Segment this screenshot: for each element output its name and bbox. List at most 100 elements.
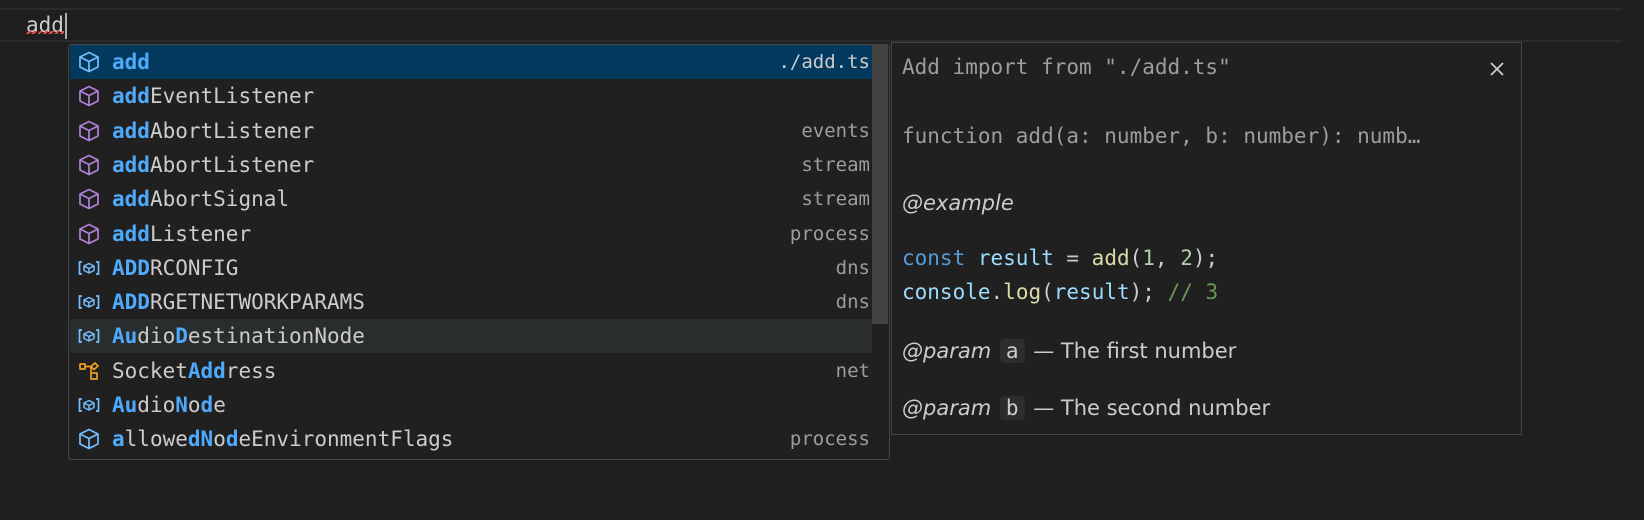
label-suffix: dio (137, 393, 176, 417)
suggest-item-detail: net (835, 359, 870, 382)
label-match: Add (187, 358, 226, 383)
suggest-item[interactable]: AudioNode (70, 388, 872, 422)
label-match: D (175, 324, 188, 349)
suggest-item-label: allowedNodeEnvironmentFlags (112, 427, 453, 451)
label-suffix: RCONFIG (149, 255, 239, 280)
suggest-item-label: addAbortListener (112, 119, 314, 143)
suggest-scrollbar-thumb[interactable] (872, 45, 888, 324)
suggest-item[interactable]: addEventListener (70, 79, 872, 113)
suggest-item-detail: stream (801, 153, 870, 176)
suggest-item-label: AudioDestinationNode (112, 324, 365, 348)
code-operator: = (1053, 246, 1092, 270)
text-cursor (64, 13, 67, 39)
code-punct: ); (1192, 246, 1219, 270)
label-match: d (187, 427, 201, 452)
suggest-item[interactable]: ADDRCONFIG dns (70, 251, 872, 285)
suggest-item-label: ADDRCONFIG (112, 256, 238, 280)
label-match: N (200, 427, 214, 452)
label-match: a (112, 427, 125, 452)
label-suffix: RGETNETWORKPARAMS (149, 290, 365, 315)
label-suffix: eEnvironmentFlags (238, 427, 454, 452)
suggest-item[interactable]: SocketAddress net (70, 354, 872, 388)
suggest-item-detail: process (789, 222, 870, 245)
label-match: Au (112, 393, 138, 417)
method-icon (76, 118, 102, 144)
method-icon (76, 186, 102, 212)
suggest-item-detail: process (789, 428, 870, 451)
code-number: 1 (1142, 246, 1155, 270)
close-icon[interactable] (1483, 55, 1511, 83)
label-match: add (112, 152, 150, 177)
label-match: add (112, 118, 150, 143)
suggest-item[interactable]: allowedNodeEnvironmentFlags process (70, 422, 872, 456)
suggest-item-label: addAbortSignal (112, 187, 289, 211)
label-match: Au (112, 324, 138, 349)
suggest-item[interactable]: addAbortListener stream (70, 148, 872, 182)
code-comment: // 3 (1167, 280, 1219, 304)
suggest-item-label: SocketAddress (112, 359, 276, 383)
editor-code-line[interactable]: add (26, 8, 67, 42)
method-icon (76, 221, 102, 247)
label-match: add (112, 84, 150, 109)
label-match: N (175, 393, 188, 417)
suggest-item[interactable]: AudioDestinationNode (70, 319, 872, 354)
suggest-item-label: addListener (112, 222, 251, 246)
code-punct: , (1154, 246, 1181, 270)
label-suffix: llowe (124, 427, 188, 452)
label-suffix: Listener (149, 221, 252, 246)
label-match: ADD (112, 290, 150, 315)
label-prefix: Socket (112, 358, 188, 383)
label-match: add (112, 187, 150, 212)
suggest-item-detail: dns (835, 291, 870, 314)
code-keyword: const (902, 246, 966, 270)
module-icon (76, 49, 102, 75)
suggest-item-label: ADDRGETNETWORKPARAMS (112, 290, 365, 314)
variable-icon (76, 289, 102, 315)
param-b-description: — The second number (1033, 396, 1271, 420)
suggest-item[interactable]: add ./add.ts (70, 45, 872, 79)
method-icon (76, 152, 102, 178)
typed-text[interactable]: add (26, 13, 64, 37)
module-icon (76, 426, 102, 452)
variable-icon (76, 323, 102, 349)
label-suffix: e (213, 393, 226, 417)
label-suffix: o (213, 427, 226, 452)
class-icon (76, 358, 102, 384)
label-match: d (200, 393, 214, 417)
suggest-item[interactable]: addAbortListener events (70, 114, 872, 148)
method-icon (76, 83, 102, 109)
details-title: Add import from "./add.ts" (902, 55, 1231, 79)
example-tag: @example (902, 191, 1014, 215)
label-suffix: AbortListener (149, 118, 315, 143)
suggest-item-label: addAbortListener (112, 153, 314, 177)
code-variable: console (902, 280, 991, 304)
code-variable: result (1053, 280, 1130, 304)
suggest-item[interactable]: addListener process (70, 217, 872, 251)
label-match: ADD (112, 255, 150, 280)
code-punct: . (990, 280, 1004, 304)
variable-icon (76, 255, 102, 281)
label-suffix: AbortSignal (149, 187, 290, 212)
code-function: add (1091, 246, 1130, 270)
code-function: log (1003, 280, 1042, 304)
editor-line-top (0, 8, 1622, 10)
example-code-line-2: console.log(result); // 3 (902, 280, 1218, 304)
example-tag-line: @example (902, 191, 1014, 215)
code-variable: result (977, 246, 1054, 270)
suggest-item[interactable]: addAbortSignal stream (70, 182, 872, 216)
label-suffix: dio (137, 324, 176, 349)
code-punct: ( (1129, 246, 1143, 270)
suggest-item[interactable]: ADDRGETNETWORKPARAMS dns (70, 285, 872, 319)
example-code-line-1: const result = add(1, 2); (902, 246, 1218, 270)
label-match: d (225, 427, 239, 452)
label-match: add (112, 50, 150, 74)
label-suffix: estinationNode (187, 324, 365, 349)
label-match: add (112, 221, 150, 246)
suggest-details-pane: Add import from "./add.ts" function add(… (891, 42, 1522, 435)
code-number: 2 (1180, 246, 1193, 270)
code-punct: ( (1041, 280, 1054, 304)
suggest-widget[interactable]: add ./add.ts addEventListener addAbortListe… (68, 44, 890, 460)
label-suffix: AbortListener (149, 152, 315, 177)
param-tag: @param (902, 339, 992, 363)
param-a-name: a (999, 339, 1025, 363)
